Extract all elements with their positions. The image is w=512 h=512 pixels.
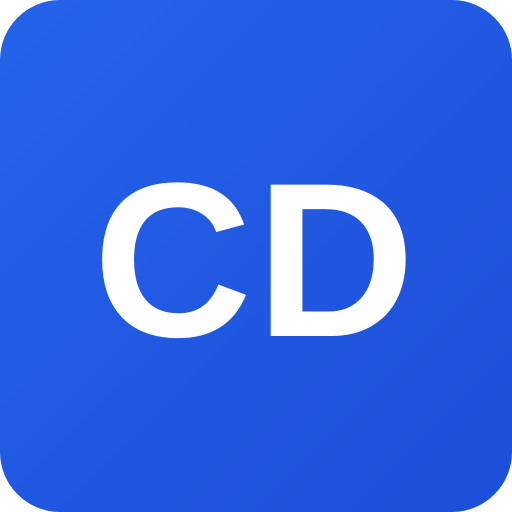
app-icon: CD xyxy=(0,0,512,512)
monogram-text: CD xyxy=(93,137,419,383)
